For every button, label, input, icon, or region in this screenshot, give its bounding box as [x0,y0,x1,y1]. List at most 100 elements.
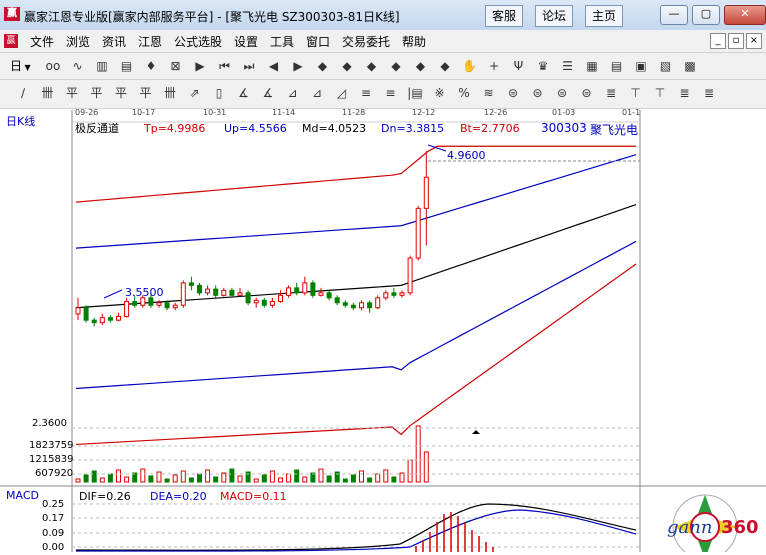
toolbar-tool-icon[interactable]: ◆ [338,57,356,75]
drawing-tool-icon[interactable]: % [455,84,473,102]
menu-gann[interactable]: 江恩 [138,33,162,50]
drawing-tool-icon[interactable]: ≣ [602,84,620,102]
toolbar-tool-icon[interactable]: ◆ [314,57,332,75]
toolbar-tool-icon[interactable]: ♦ [142,57,160,75]
drawing-tool-icon[interactable]: ⇗ [186,84,204,102]
menu-trade[interactable]: 交易委托 [342,33,390,50]
window-title: 赢家江恩专业版[赢家内部服务平台] - [聚飞光电 SZ300303-81日K线… [24,10,400,24]
drawing-tool-icon[interactable]: ≣ [676,84,694,102]
drawing-tool-icon[interactable]: ≡ [382,84,400,102]
toolbar-tool-icon[interactable]: ▶ [289,57,307,75]
drawing-tool-icon[interactable]: ∡ [259,84,277,102]
drawing-tool-icon[interactable]: ◿ [333,84,351,102]
drawing-tool-icon[interactable]: ≡ [357,84,375,102]
drawing-tool-icon[interactable]: ⊜ [578,84,596,102]
toolbar-tool-icon[interactable]: ◀ [265,57,283,75]
drawing-tool-icon[interactable]: ⊜ [553,84,571,102]
toolbar-tool-icon[interactable]: Ψ [510,57,528,75]
maximize-button[interactable]: ▢ [692,5,720,25]
drawing-tool-icon[interactable]: 卌 [39,84,57,102]
toolbar-tool-icon[interactable]: ◆ [412,57,430,75]
macd-axis-label: 0.09 [42,528,65,539]
kline-chart[interactable] [0,110,766,552]
drawing-tool-icon[interactable]: ⊿ [308,84,326,102]
drawing-tool-icon[interactable]: |▤ [406,84,424,102]
menu-logo-icon[interactable]: 赢 [4,34,18,48]
drawing-tool-icon[interactable]: ⊿ [284,84,302,102]
toolbar-tool-icon[interactable]: ▣ [632,57,650,75]
stock-code: 300303 [541,121,587,135]
toolbar-tool-icon[interactable]: ◆ [363,57,381,75]
toolbar-tool-icon[interactable]: ▦ [583,57,601,75]
drawing-tool-icon[interactable]: ▯ [210,84,228,102]
drawing-tool-icon[interactable]: ⊤ [627,84,645,102]
candle-body [245,292,251,304]
drawing-tool-icon[interactable]: ≣ [700,84,718,102]
drawing-tool-icon[interactable]: ≋ [480,84,498,102]
toolbar-tool-icon[interactable]: oo [44,57,62,75]
drawing-tool-icon[interactable]: ⊤ [651,84,669,102]
drawing-tool-icon[interactable]: 平 [112,84,130,102]
toolbar-tool-icon[interactable]: ✋ [461,57,479,75]
toolbar-tool-icon[interactable]: ◆ [387,57,405,75]
toolbar-tool-icon[interactable]: ⏭ [240,57,258,75]
toolbar-tool-icon[interactable]: ☰ [559,57,577,75]
toolbar-drawing: ∕ 卌平平平平卌 ⇗ ▯ ∡ ∡ ⊿ ⊿ ◿ ≡ ≡ |▤ ※% ≋ ⊜ ⊜ ⊜ ⊜ ≣ ⊤ ⊤ ≣ ≣ [0,80,766,109]
menu-file[interactable]: 文件 [30,33,54,50]
stock-name: 聚飞光电 [590,123,639,137]
menu-info[interactable]: 资讯 [102,33,126,50]
toolbar-tool-icon[interactable]: ◆ [436,57,454,75]
toolbar-tool-icon[interactable]: + [485,57,503,75]
volume-marker-icon [472,430,480,434]
toolbar-tool-icon[interactable]: ▥ [93,57,111,75]
date-label: 12-26 [484,108,508,117]
toolbar-tool-icon[interactable]: ▧ [657,57,675,75]
drawing-tool-icon[interactable]: ※ [431,84,449,102]
mdi-restore-button[interactable]: ▫ [728,33,744,49]
menu-formula-select[interactable]: 公式选股 [174,33,222,50]
candle-body [415,207,421,259]
mdi-minimize-button[interactable]: _ [710,33,726,49]
toolbar-tool-icon[interactable]: ▤ [118,57,136,75]
drawing-tool-icon[interactable]: 平 [63,84,81,102]
period-select[interactable]: 日 ▼ [10,57,38,75]
drawing-tool-icon[interactable]: 平 [88,84,106,102]
candle-body [278,294,283,303]
candle-body [229,289,235,296]
drawing-tool-icon[interactable]: ⊜ [529,84,547,102]
drawing-tool-icon[interactable]: ∡ [235,84,253,102]
candle-body [326,292,332,299]
candle-body [116,315,121,321]
drawing-tool-icon[interactable]: ∕ [14,84,32,102]
candle-body [383,292,389,299]
volume-bar [124,476,130,483]
gann-logo-text: gann [667,517,713,538]
toolbar-tool-icon[interactable]: ▶ [191,57,209,75]
volume-bar [318,468,324,483]
toolbar-tool-icon[interactable]: ⊠ [167,57,185,75]
toolbar-tool-icon[interactable]: ⏮ [216,57,234,75]
drawing-tool-icon[interactable]: 卌 [161,84,179,102]
homepage-button[interactable]: 主页 [585,5,624,27]
menu-help[interactable]: 帮助 [402,33,426,50]
candle-body [423,176,429,209]
toolbar-tool-icon[interactable]: ▤ [608,57,626,75]
channel-tp-line [75,145,636,203]
toolbar-tool-icon[interactable]: ♛ [534,57,552,75]
drawing-tool-icon[interactable]: 平 [137,84,155,102]
drawing-tool-icon[interactable]: ⊜ [504,84,522,102]
service-button[interactable]: 客服 [485,5,524,27]
minimize-button[interactable]: — [660,5,688,25]
date-label: 11-28 [342,108,366,117]
forum-button[interactable]: 论坛 [535,5,574,27]
menu-tools[interactable]: 工具 [270,33,294,50]
close-button[interactable]: ✕ [724,5,766,25]
toolbar-tool-icon[interactable]: ∿ [69,57,87,75]
indicator-name: 极反通道 [75,122,119,135]
volume-bar [391,476,397,483]
toolbar-tool-icon[interactable]: ▩ [681,57,699,75]
menu-settings[interactable]: 设置 [234,33,258,50]
menu-window[interactable]: 窗口 [306,33,330,50]
menu-browse[interactable]: 浏览 [66,33,90,50]
mdi-close-button[interactable]: × [746,33,762,49]
